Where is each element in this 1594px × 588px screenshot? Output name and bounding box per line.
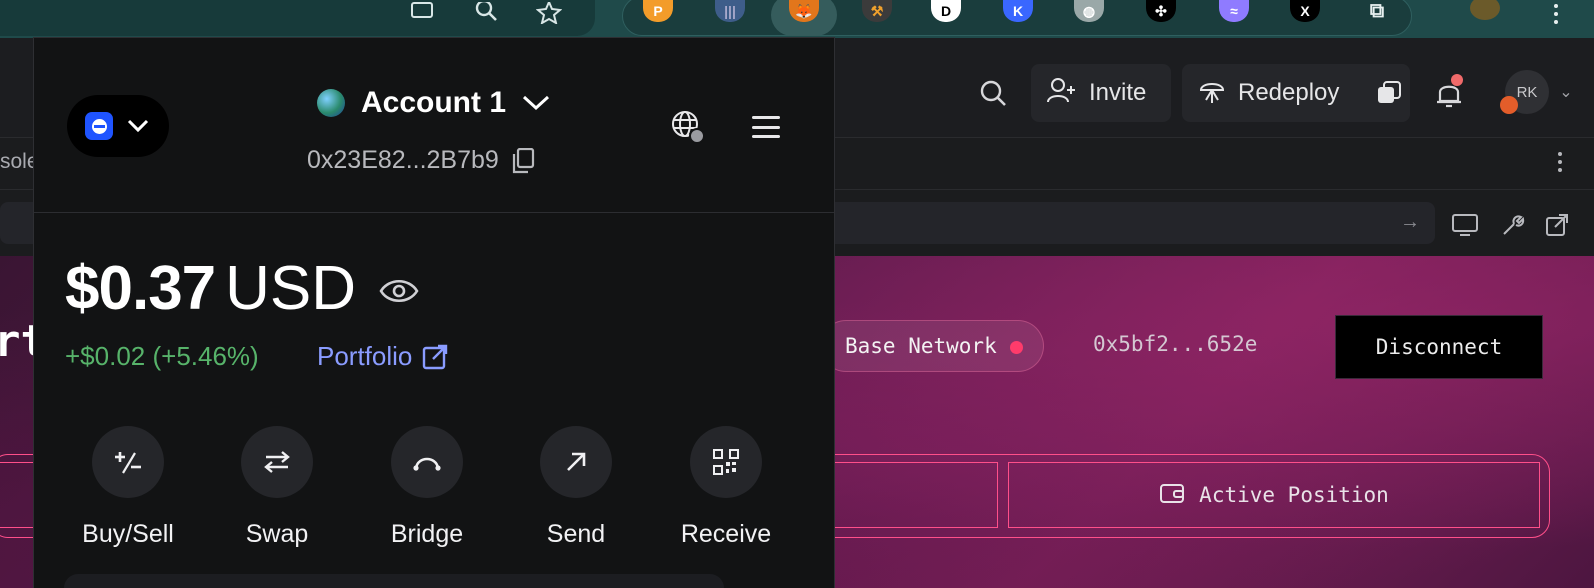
balance-currency: USD — [225, 254, 357, 323]
balance-change: +$0.02 (+5.46%) — [65, 341, 259, 371]
metamask-banner — [64, 574, 724, 588]
bridge-button[interactable]: Bridge — [352, 426, 502, 549]
arrow-up-right-icon — [540, 426, 612, 498]
qr-code-icon — [690, 426, 762, 498]
chevron-down-icon[interactable]: ⌄ — [1557, 84, 1575, 101]
metamask-header: Account 1 0x23E82...2B7b9 — [34, 38, 834, 213]
account-avatar — [317, 89, 345, 117]
external-link-icon — [423, 344, 448, 369]
deploy-icon — [1198, 76, 1226, 111]
search-icon[interactable] — [472, 0, 502, 26]
screen-cast-icon[interactable] — [408, 0, 438, 26]
buy-sell-button[interactable]: Buy/Sell — [53, 426, 203, 549]
metamask-popup: Account 1 0x23E82...2B7b9 $0.37 USD +$0.… — [33, 37, 835, 588]
chevron-down-icon — [523, 95, 550, 111]
receive-label: Receive — [680, 520, 772, 548]
disconnect-button[interactable]: Disconnect — [1335, 315, 1543, 379]
browser-menu-icon[interactable] — [1550, 0, 1562, 28]
copy-icon[interactable] — [511, 147, 535, 174]
wallet-icon — [1159, 481, 1185, 510]
eye-icon[interactable] — [379, 276, 419, 306]
bridge-label: Bridge — [390, 520, 464, 548]
globe-connection-icon[interactable] — [669, 108, 705, 144]
account-address-row[interactable]: 0x23E82...2B7b9 — [307, 146, 535, 175]
hamburger-menu-icon[interactable] — [752, 116, 780, 138]
search-icon[interactable] — [978, 78, 1008, 108]
account-selector[interactable]: Account 1 — [317, 86, 550, 120]
avatar-badge — [1500, 96, 1518, 114]
screen: P ||| 🦊 ⚒ D K ◍ ✣ ≈ X ⧉ Invite Redeploy — [0, 0, 1594, 588]
browser-toolbar: P ||| 🦊 ⚒ D K ◍ ✣ ≈ X ⧉ — [0, 0, 1594, 38]
swap-label: Swap — [245, 520, 309, 548]
wallet-actions: Buy/Sell Swap Bridge Send Receive — [34, 426, 834, 549]
account-address: 0x23E82...2B7b9 — [307, 146, 499, 174]
network-label: Base Network — [845, 334, 997, 358]
arrow-right-icon[interactable]: → — [1400, 211, 1420, 234]
monitor-icon[interactable] — [1450, 210, 1480, 240]
network-status-dot — [1009, 341, 1023, 354]
bookmark-star-icon[interactable] — [534, 0, 564, 26]
tab-active-position[interactable]: Active Position — [1008, 462, 1540, 528]
wallet-address: 0x5bf2...652e — [1093, 332, 1258, 356]
balance-display: $0.37 USD — [65, 253, 356, 324]
buy-sell-label: Buy/Sell — [82, 520, 174, 548]
plus-minus-icon — [92, 426, 164, 498]
invite-button[interactable]: Invite — [1031, 64, 1171, 122]
more-options-icon[interactable] — [1556, 152, 1564, 178]
receive-button[interactable]: Receive — [651, 426, 801, 549]
profile-avatar-icon[interactable] — [1470, 0, 1500, 20]
send-label: Send — [546, 520, 606, 548]
chevron-down-icon — [127, 119, 149, 133]
active-position-label: Active Position — [1199, 483, 1389, 507]
copy-windows-icon[interactable] — [1368, 64, 1410, 122]
invite-label: Invite — [1089, 79, 1147, 106]
notification-dot — [1451, 74, 1463, 86]
network-badge[interactable]: Base Network — [820, 320, 1044, 372]
portfolio-label: Portfolio — [317, 341, 413, 371]
network-picker[interactable] — [67, 95, 169, 157]
swap-arrows-icon — [241, 426, 313, 498]
bridge-icon — [391, 426, 463, 498]
base-network-icon — [85, 112, 113, 140]
swap-button[interactable]: Swap — [202, 426, 352, 549]
portfolio-link[interactable]: Portfolio — [317, 341, 448, 372]
external-link-icon[interactable] — [1542, 210, 1572, 240]
send-button[interactable]: Send — [501, 426, 651, 549]
balance-amount: $0.37 — [65, 254, 216, 323]
account-name: Account 1 — [361, 86, 507, 119]
redeploy-label: Redeploy — [1238, 79, 1340, 106]
wrench-icon[interactable] — [1498, 210, 1528, 240]
add-user-icon — [1047, 77, 1077, 110]
address-bar[interactable] — [0, 0, 595, 36]
